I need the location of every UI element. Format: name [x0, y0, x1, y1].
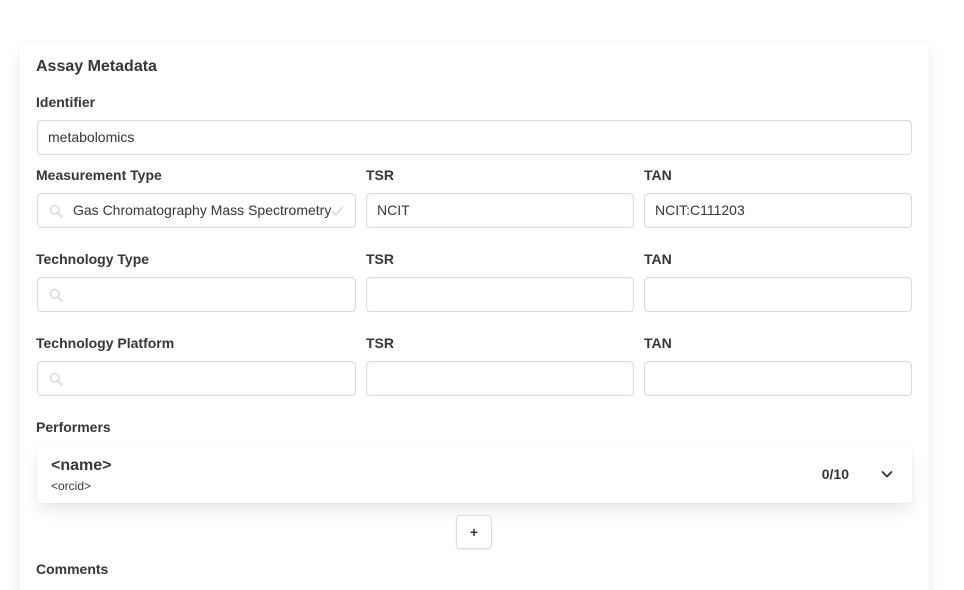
- technology-type-input[interactable]: [37, 277, 356, 312]
- search-icon: [49, 204, 63, 218]
- add-performer-button[interactable]: +: [456, 515, 492, 549]
- measurement-type-label: Measurement Type: [36, 167, 162, 183]
- measurement-tan-label: TAN: [644, 167, 672, 183]
- technology-platform-tan-label: TAN: [644, 335, 672, 351]
- technology-type-tsr-label: TSR: [366, 251, 394, 267]
- section-title: Assay Metadata: [36, 58, 157, 75]
- technology-type-tan-label: TAN: [644, 251, 672, 267]
- technology-type-tan-input[interactable]: [644, 277, 912, 312]
- technology-platform-tan-input[interactable]: [644, 361, 912, 396]
- technology-type-tsr-input[interactable]: [366, 277, 634, 312]
- measurement-tan-input[interactable]: NCIT:C111203: [644, 193, 912, 228]
- performer-field-count: 0/10: [821, 466, 849, 482]
- performer-name: <name>: [51, 457, 112, 474]
- measurement-tsr-label: TSR: [366, 167, 394, 183]
- identifier-label: Identifier: [36, 94, 96, 110]
- chevron-down-icon[interactable]: [880, 467, 894, 481]
- identifier-input[interactable]: metabolomics: [37, 120, 912, 155]
- check-icon: [331, 206, 344, 216]
- assay-metadata-card: Assay Metadata Identifier metabolomics M…: [19, 42, 929, 590]
- search-icon: [49, 288, 63, 302]
- performer-card[interactable]: <name> <orcid> 0/10: [37, 446, 912, 503]
- search-icon: [49, 372, 63, 386]
- measurement-type-value: Gas Chromatography Mass Spectrometry: [73, 202, 332, 218]
- comments-label: Comments: [36, 561, 109, 577]
- measurement-type-input[interactable]: Gas Chromatography Mass Spectrometry: [37, 193, 356, 228]
- technology-platform-tsr-input[interactable]: [366, 361, 634, 396]
- technology-type-label: Technology Type: [36, 251, 150, 267]
- performer-orcid: <orcid>: [51, 479, 92, 493]
- technology-platform-tsr-label: TSR: [366, 335, 394, 351]
- technology-platform-input[interactable]: [37, 361, 356, 396]
- performers-label: Performers: [36, 419, 111, 435]
- technology-platform-label: Technology Platform: [36, 335, 175, 351]
- measurement-tsr-input[interactable]: NCIT: [366, 193, 634, 228]
